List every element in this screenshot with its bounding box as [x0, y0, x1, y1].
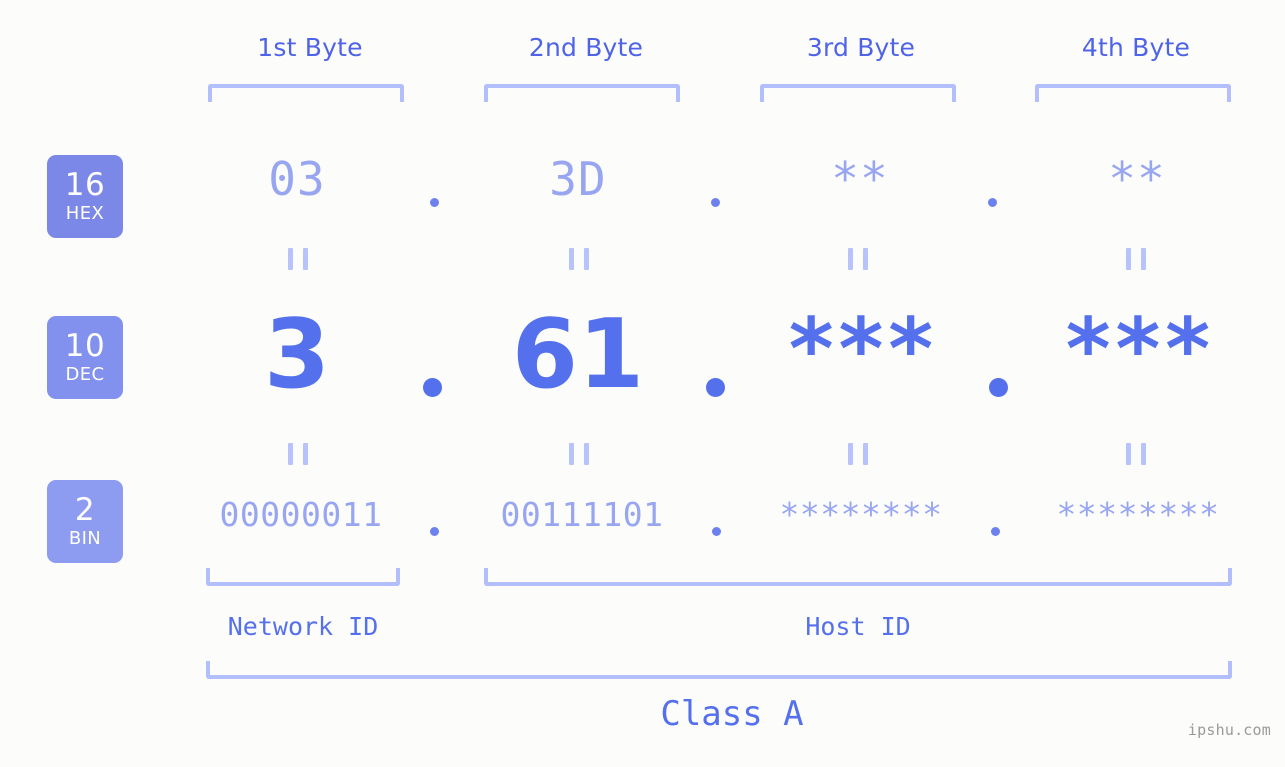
host-id-bracket [484, 568, 1232, 586]
bin-octet-1: 00000011 [219, 495, 383, 534]
dec-octet-3: *** [785, 300, 936, 400]
equals-separator-dec-bin-4 [1126, 443, 1146, 465]
site-watermark: ipshu.com [1187, 721, 1271, 739]
byte-header-2: 2nd Byte [528, 33, 644, 62]
dec-dot-2 [706, 378, 725, 397]
byte-header-3: 3rd Byte [806, 33, 916, 62]
hex-octet-3: ** [831, 152, 889, 206]
byte-bracket-top-2 [484, 84, 680, 102]
dec-dot-1 [423, 378, 442, 397]
base-badge-bin-name: BIN [68, 528, 102, 549]
bin-dot-2 [712, 527, 721, 536]
bin-dot-3 [991, 527, 1000, 536]
dec-octet-2: 61 [511, 300, 645, 410]
byte-bracket-top-3 [760, 84, 956, 102]
equals-separator-dec-bin-3 [848, 443, 868, 465]
equals-separator-hex-dec-1 [288, 248, 308, 270]
base-badge-dec-number: 10 [64, 328, 106, 364]
hex-octet-1: 03 [268, 152, 326, 206]
hex-octet-4: ** [1108, 152, 1166, 206]
bin-dot-1 [430, 527, 439, 536]
bin-octet-3: ******** [779, 495, 943, 534]
equals-separator-hex-dec-2 [569, 248, 589, 270]
equals-separator-hex-dec-4 [1126, 248, 1146, 270]
base-badge-hex-number: 16 [64, 167, 106, 203]
hex-octet-2: 3D [549, 152, 607, 206]
network-id-bracket [206, 568, 400, 586]
class-bracket [206, 661, 1232, 679]
byte-bracket-top-4 [1035, 84, 1231, 102]
dec-octet-1: 3 [263, 300, 331, 410]
class-label: Class A [660, 694, 804, 734]
base-badge-dec: 10 DEC [47, 316, 123, 399]
network-id-label: Network ID [227, 612, 379, 641]
hex-dot-1 [430, 198, 439, 207]
base-badge-bin: 2 BIN [47, 480, 123, 563]
dec-dot-3 [989, 378, 1008, 397]
host-id-label: Host ID [805, 612, 911, 641]
byte-header-1: 1st Byte [257, 33, 363, 62]
bin-octet-4: ******** [1056, 495, 1220, 534]
base-badge-hex: 16 HEX [47, 155, 123, 238]
dec-octet-4: *** [1062, 300, 1213, 400]
base-badge-hex-name: HEX [65, 203, 105, 224]
equals-separator-hex-dec-3 [848, 248, 868, 270]
equals-separator-dec-bin-1 [288, 443, 308, 465]
byte-header-4: 4th Byte [1081, 33, 1191, 62]
hex-dot-3 [988, 198, 997, 207]
equals-separator-dec-bin-2 [569, 443, 589, 465]
base-badge-dec-name: DEC [65, 364, 105, 385]
byte-bracket-top-1 [208, 84, 404, 102]
hex-dot-2 [711, 198, 720, 207]
ip-address-breakdown-diagram: 1st Byte 2nd Byte 3rd Byte 4th Byte 16 H… [0, 0, 1285, 767]
bin-octet-2: 00111101 [500, 495, 664, 534]
base-badge-bin-number: 2 [74, 492, 96, 528]
